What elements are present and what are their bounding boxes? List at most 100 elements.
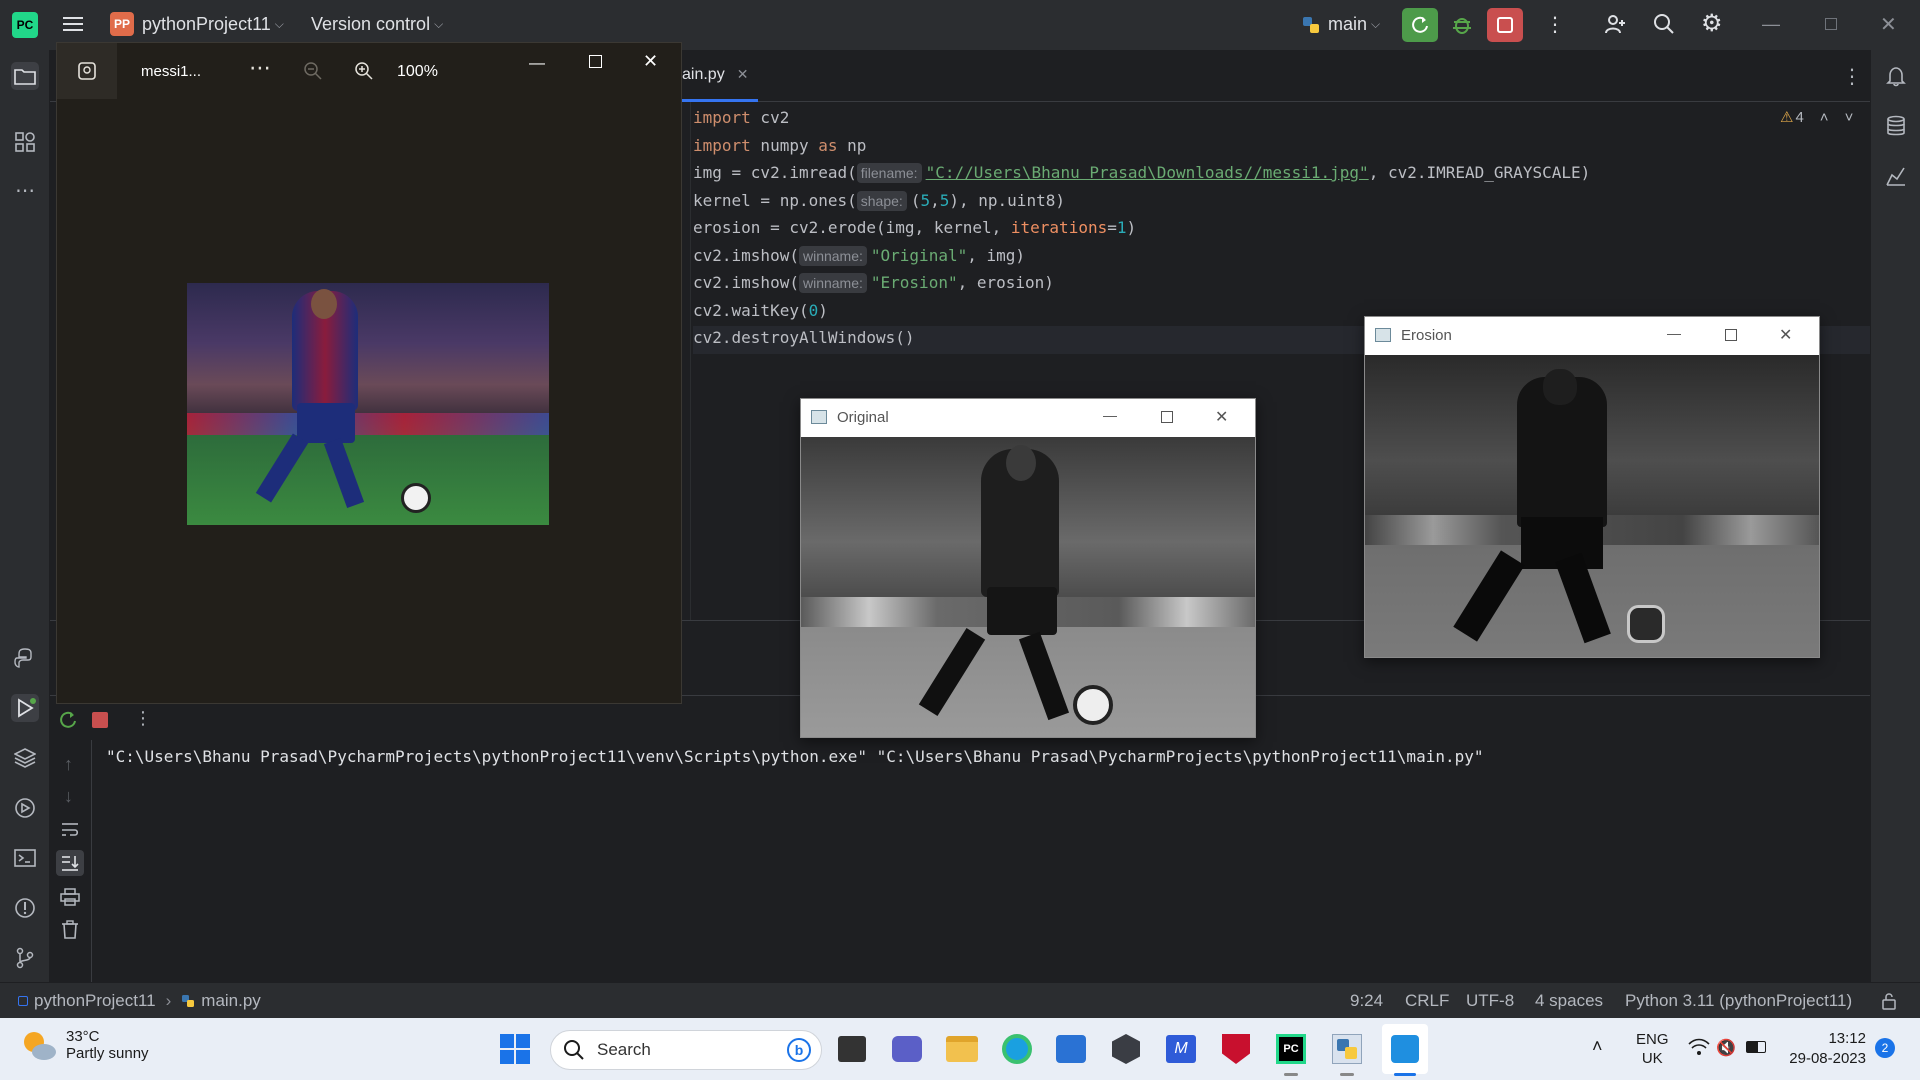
maximize-icon[interactable] — [1161, 411, 1173, 423]
language-indicator[interactable]: ENG UK — [1636, 1030, 1669, 1068]
restore-icon[interactable] — [1825, 18, 1837, 30]
breadcrumb-file[interactable]: main.py — [201, 991, 261, 1011]
minimize-icon[interactable]: — — [1103, 407, 1117, 423]
notifications-bell-icon[interactable] — [1882, 62, 1910, 90]
debug-button[interactable] — [1450, 12, 1474, 41]
more-tools-icon[interactable]: ⋯ — [11, 176, 39, 204]
close-icon[interactable]: ✕ — [1779, 325, 1792, 345]
project-selector[interactable]: PP pythonProject11 ⌵ — [110, 12, 284, 36]
maximize-icon[interactable] — [1725, 329, 1737, 341]
soft-wrap-icon[interactable] — [60, 820, 80, 843]
minimize-icon[interactable]: — — [529, 55, 545, 73]
notification-count-badge[interactable]: 2 — [1875, 1038, 1895, 1058]
main-menu-icon[interactable] — [62, 14, 84, 34]
gallery-button[interactable] — [57, 43, 117, 99]
weather-widget[interactable]: 33°C Partly sunny — [20, 1028, 149, 1062]
stop-icon[interactable] — [92, 712, 108, 728]
print-icon[interactable] — [60, 888, 80, 911]
minimize-icon[interactable]: — — [1667, 325, 1681, 341]
python-console-icon[interactable] — [11, 644, 39, 672]
zoom-level[interactable]: 100% — [397, 63, 438, 81]
more-actions-icon[interactable]: ⋮ — [1545, 12, 1565, 37]
breadcrumb: pythonProject11 › main.py — [18, 991, 261, 1011]
rerun-button[interactable] — [1402, 8, 1438, 42]
wifi-icon[interactable] — [1688, 1038, 1710, 1061]
tray-overflow-chevron-icon[interactable]: ˄ — [1592, 1036, 1603, 1057]
chevron-down-icon: ⌵ — [434, 17, 444, 31]
database-icon[interactable] — [1882, 112, 1910, 140]
run-config-selector[interactable]: main ⌵ — [1302, 14, 1380, 35]
player-leg-right — [323, 437, 365, 509]
zoom-out-icon[interactable] — [303, 61, 323, 86]
problems-icon[interactable] — [11, 894, 39, 922]
python-taskbar-icon[interactable] — [1332, 1034, 1362, 1064]
minimize-icon[interactable]: — — [1762, 14, 1780, 35]
version-control-menu[interactable]: Version control ⌵ — [311, 14, 443, 35]
git-icon[interactable] — [11, 944, 39, 972]
edge-browser-icon[interactable] — [1002, 1034, 1032, 1064]
pycharm-logo-icon[interactable]: PC — [12, 12, 38, 38]
add-user-icon[interactable] — [1603, 12, 1627, 41]
chevron-down-icon: ⌵ — [274, 16, 284, 31]
editor-more-icon[interactable]: ⋮ — [1842, 64, 1862, 89]
erosion-title-bar[interactable]: Erosion — ✕ — [1365, 317, 1819, 355]
arrow-down-icon[interactable]: ↓ — [64, 786, 73, 807]
app-cube-icon[interactable] — [1112, 1034, 1140, 1064]
status-bar: pythonProject11 › main.py 9:24 CRLF UTF-… — [0, 982, 1920, 1018]
more-options-icon[interactable]: ⋯ — [249, 55, 271, 81]
file-encoding[interactable]: UTF-8 — [1466, 991, 1514, 1011]
lock-icon[interactable] — [1880, 992, 1898, 1015]
search-icon[interactable] — [1652, 12, 1676, 41]
photos-taskbar-icon[interactable] — [1382, 1024, 1428, 1074]
project-folder-icon[interactable] — [11, 62, 39, 90]
tab-close-icon[interactable]: ✕ — [737, 66, 749, 83]
settings-gear-icon[interactable]: ⚙ — [1701, 12, 1723, 36]
pycharm-taskbar-icon[interactable]: PC — [1276, 1034, 1306, 1064]
teams-chat-icon[interactable] — [892, 1036, 922, 1062]
taskbar-search-box[interactable]: Search b — [550, 1030, 822, 1070]
start-windows-icon[interactable] — [500, 1034, 530, 1069]
tab-main-py[interactable]: ain.py ✕ — [672, 50, 759, 102]
stop-icon — [1497, 17, 1513, 33]
clock[interactable]: 13:12 29-08-2023 — [1782, 1029, 1866, 1069]
terminal-icon[interactable] — [11, 844, 39, 872]
services-icon[interactable] — [11, 794, 39, 822]
player-leg-left — [1453, 550, 1525, 642]
structure-icon[interactable] — [11, 128, 39, 156]
math-app-icon[interactable]: M — [1166, 1035, 1196, 1063]
file-explorer-icon[interactable] — [946, 1036, 978, 1062]
more-actions-icon[interactable]: ⋮ — [134, 708, 152, 729]
python-interpreter[interactable]: Python 3.11 (pythonProject11) — [1625, 991, 1852, 1011]
zoom-in-icon[interactable] — [354, 61, 374, 86]
python-icon — [1303, 16, 1319, 33]
code-line: import cv2 — [693, 108, 790, 127]
original-title-bar[interactable]: Original — ✕ — [801, 399, 1255, 437]
stop-button[interactable] — [1487, 8, 1523, 42]
caret-position[interactable]: 9:24 — [1350, 991, 1383, 1011]
rerun-icon[interactable] — [58, 710, 78, 735]
ad-board — [187, 413, 549, 435]
line-separator[interactable]: CRLF — [1405, 991, 1449, 1011]
mcafee-shield-icon[interactable] — [1222, 1034, 1250, 1064]
run-console-output[interactable]: "C:\Users\Bhanu Prasad\PycharmProjects\p… — [106, 747, 1484, 766]
gutter-divider — [690, 102, 691, 620]
indent-setting[interactable]: 4 spaces — [1535, 991, 1603, 1011]
microsoft-store-icon[interactable] — [1056, 1035, 1086, 1063]
close-icon[interactable]: ✕ — [1880, 12, 1897, 37]
breadcrumb-project[interactable]: pythonProject11 — [34, 991, 156, 1011]
maximize-icon[interactable] — [589, 55, 602, 68]
close-icon[interactable]: ✕ — [1215, 407, 1228, 427]
sciview-chart-icon[interactable] — [1882, 162, 1910, 190]
task-view-icon[interactable] — [838, 1036, 866, 1062]
trash-icon[interactable] — [60, 920, 80, 945]
arrow-up-icon[interactable]: ↑ — [64, 754, 73, 775]
close-icon[interactable]: ✕ — [643, 51, 658, 72]
battery-icon[interactable] — [1746, 1041, 1766, 1053]
volume-muted-icon[interactable]: 🔇 — [1716, 1038, 1736, 1058]
run-tool-icon[interactable] — [11, 694, 39, 722]
logo-text: PC — [16, 18, 34, 32]
module-icon — [18, 996, 28, 1006]
project-name: pythonProject11 — [142, 13, 271, 34]
layers-icon[interactable] — [11, 744, 39, 772]
scroll-to-end-icon[interactable] — [56, 850, 84, 876]
